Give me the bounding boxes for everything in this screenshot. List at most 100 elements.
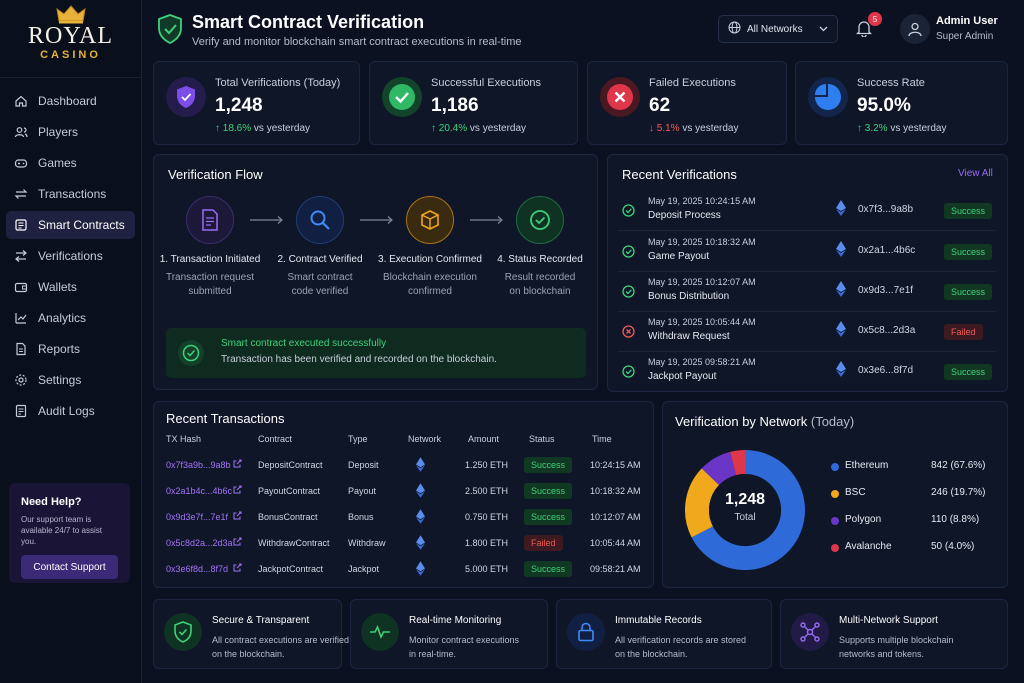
stat-value: 1,186 [431, 95, 479, 116]
verification-hash[interactable]: 0x9d3...7e1f [858, 285, 913, 296]
tx-time: 10:05:44 AM [590, 538, 641, 548]
contact-support-button[interactable]: Contact Support [21, 555, 118, 579]
column-header[interactable]: Type [348, 434, 368, 444]
stat-label: Success Rate [857, 77, 925, 89]
verification-row[interactable]: May 19, 2025 10:05:44 AM Withdraw Reques… [618, 312, 996, 352]
ethereum-icon [416, 561, 425, 578]
stat-change-suffix: vs yesterday [469, 123, 527, 134]
globe-icon [728, 21, 741, 37]
external-link-icon[interactable] [233, 563, 242, 574]
status-badge: Failed [944, 324, 983, 340]
sidebar-item-wallets[interactable]: Wallets [6, 273, 135, 301]
tx-hash-link[interactable]: 0x7f3a9b...9a8b [166, 460, 231, 470]
sidebar-item-analytics[interactable]: Analytics [6, 304, 135, 332]
stat-change-value: 18.6% [222, 123, 252, 134]
cube-icon [406, 196, 454, 244]
verification-hash[interactable]: 0x3e6...8f7d [858, 365, 913, 376]
network-select[interactable]: All Networks [718, 15, 838, 43]
table-row[interactable]: 0x5c8d2a...2d3a WithdrawContract Withdra… [154, 530, 654, 556]
verification-row[interactable]: May 19, 2025 10:12:07 AM Bonus Distribut… [618, 272, 996, 312]
report-icon [13, 341, 29, 357]
verification-row[interactable]: May 19, 2025 09:58:21 AM Jackpot Payout … [618, 352, 996, 392]
column-header[interactable]: Status [529, 434, 555, 444]
external-link-icon[interactable] [233, 485, 242, 496]
contract-icon [13, 217, 29, 233]
page-subtitle: Verify and monitor blockchain smart cont… [192, 36, 522, 48]
verification-type: Deposit Process [648, 210, 721, 221]
transfer-icon [13, 186, 29, 202]
sidebar-item-reports[interactable]: Reports [6, 335, 135, 363]
flow-step-desc: Result recorded on blockchain [485, 271, 595, 299]
external-link-icon[interactable] [233, 537, 242, 548]
legend-item-avalanche[interactable]: Avalanche 50 (4.0%) [831, 541, 991, 555]
donut-slice-avalanche[interactable] [730, 450, 746, 476]
sidebar-item-label: Reports [38, 342, 81, 356]
status-badge: Success [944, 364, 993, 380]
stat-value: 1,248 [215, 95, 263, 116]
verification-row[interactable]: May 19, 2025 10:18:32 AM Game Payout 0x2… [618, 232, 996, 272]
chart-center-value: 1,248 [724, 491, 766, 508]
sidebar-item-label: Analytics [38, 311, 87, 325]
sidebar-item-players[interactable]: Players [6, 118, 135, 146]
tx-type: Bonus [348, 512, 374, 522]
tx-hash-link[interactable]: 0x5c8d2a...2d3a [166, 538, 233, 548]
verification-hash[interactable]: 0x2a1...4b6c [858, 245, 915, 256]
legend-label: Ethereum [845, 460, 889, 471]
legend-value: 842 (67.6%) [931, 460, 986, 471]
legend-item-ethereum[interactable]: Ethereum 842 (67.6%) [831, 460, 991, 474]
verification-row[interactable]: May 19, 2025 10:24:15 AM Deposit Process… [618, 191, 996, 231]
column-header[interactable]: Network [408, 434, 441, 444]
sidebar-item-dashboard[interactable]: Dashboard [6, 87, 135, 115]
table-row[interactable]: 0x9d3e7f...7e1f BonusContract Bonus 0.75… [154, 504, 654, 530]
table-row[interactable]: 0x3e6f8d...8f7d JackpotContract Jackpot … [154, 556, 654, 582]
donut-slice-polygon[interactable] [701, 451, 737, 486]
legend-item-bsc[interactable]: BSC 246 (19.7%) [831, 487, 991, 501]
sidebar-item-verifications[interactable]: Verifications [6, 242, 135, 270]
verification-hash[interactable]: 0x7f3...9a8b [858, 204, 913, 215]
sidebar-item-games[interactable]: Games [6, 149, 135, 177]
column-header[interactable]: TX Hash [166, 434, 201, 444]
document-icon [186, 196, 234, 244]
column-header[interactable]: Time [592, 434, 612, 444]
stat-label: Failed Executions [649, 77, 736, 89]
tx-contract: DepositContract [258, 460, 323, 470]
column-header[interactable]: Amount [468, 434, 499, 444]
status-badge: Success [944, 244, 993, 260]
sidebar-item-smart-contracts[interactable]: Smart Contracts [6, 211, 135, 239]
feature-card-multi-network: Multi-Network Support Supports multiple … [780, 599, 1008, 669]
ethereum-icon [416, 535, 425, 552]
x-circle-icon [600, 77, 640, 117]
table-row[interactable]: 0x2a1b4c...4b6c PayoutContract Payout 2.… [154, 478, 654, 504]
sidebar-item-settings[interactable]: Settings [6, 366, 135, 394]
view-all-link[interactable]: View All [958, 168, 993, 179]
success-status-icon [622, 245, 635, 261]
sidebar-item-transactions[interactable]: Transactions [6, 180, 135, 208]
verification-hash[interactable]: 0x5c8...2d3a [858, 325, 915, 336]
external-link-icon[interactable] [233, 459, 242, 470]
recent-verifications-panel: Recent Verifications View All May 19, 20… [607, 154, 1008, 392]
tx-hash-link[interactable]: 0x3e6f8d...8f7d [166, 564, 228, 574]
legend-dot [831, 490, 839, 498]
crown-icon [55, 5, 86, 24]
gear-icon [13, 372, 29, 388]
ethereum-icon [836, 281, 846, 300]
verification-type: Withdraw Request [648, 331, 730, 342]
brand-logo[interactable]: ROYAL CASINO [0, 0, 141, 78]
column-header[interactable]: Contract [258, 434, 292, 444]
sidebar-item-audit-logs[interactable]: Audit Logs [6, 397, 135, 425]
table-row[interactable]: 0x7f3a9b...9a8b DepositContract Deposit … [154, 452, 654, 478]
avatar[interactable] [900, 14, 930, 44]
stat-change-value: 20.4% [438, 123, 468, 134]
tx-hash-link[interactable]: 0x9d3e7f...7e1f [166, 512, 228, 522]
check-circle-icon [382, 77, 422, 117]
feature-title: Multi-Network Support [839, 615, 938, 626]
external-link-icon[interactable] [233, 511, 242, 522]
tx-hash-link[interactable]: 0x2a1b4c...4b6c [166, 486, 232, 496]
arrow-right-icon [470, 216, 503, 224]
legend-dot [831, 517, 839, 525]
user-name[interactable]: Admin User [936, 15, 998, 27]
legend-item-polygon[interactable]: Polygon 110 (8.8%) [831, 514, 991, 528]
audit-icon [13, 403, 29, 419]
sidebar-item-label: Players [38, 125, 79, 139]
gamepad-icon [13, 155, 29, 171]
